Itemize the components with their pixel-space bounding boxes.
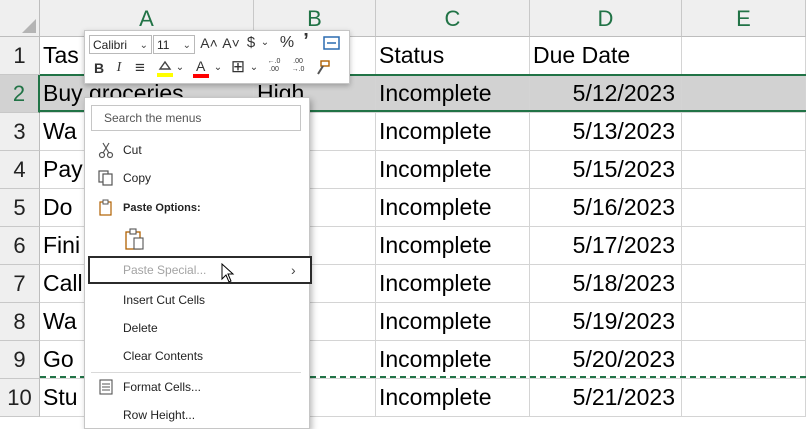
chevron-down-icon[interactable]: ⌄ — [249, 59, 259, 77]
currency-button[interactable]: $ — [243, 34, 259, 52]
cell-c-8[interactable]: Incomplete — [376, 303, 530, 341]
paste-options-header: Paste Options: — [85, 195, 309, 221]
cell-c-1[interactable]: Status — [376, 37, 530, 75]
clipboard-paste-icon — [123, 228, 147, 252]
cell-d-6[interactable]: 5/17/2023 — [530, 227, 682, 265]
row-header[interactable]: 10 — [0, 379, 40, 417]
paste-icon — [97, 199, 115, 217]
menu-item-label: Insert Cut Cells — [123, 293, 206, 307]
row-header[interactable]: 5 — [0, 189, 40, 227]
menu-item-row-height[interactable]: Row Height... — [85, 402, 309, 428]
mini-format-toolbar: Calibri ⌄ 11 ⌄ A˄ A˅ $ ⌄ % ’ B I ≡ ⌄ A ⌄ ⊞… — [84, 30, 350, 84]
cell-d-1[interactable]: Due Date — [530, 37, 682, 75]
percent-button[interactable]: % — [277, 34, 297, 52]
align-button[interactable]: ≡ — [131, 59, 149, 77]
menu-item-label: Clear Contents — [123, 349, 204, 363]
cell-c-5[interactable]: Incomplete — [376, 189, 530, 227]
menu-item-insert-cut-cells[interactable]: Insert Cut Cells — [85, 287, 309, 313]
menu-item-label: Paste Special... — [123, 263, 207, 277]
row-header[interactable]: 1 — [0, 37, 40, 75]
cell-e-9[interactable] — [682, 341, 806, 379]
cell-d-4[interactable]: 5/15/2023 — [530, 151, 682, 189]
chevron-down-icon[interactable]: ⌄ — [259, 34, 271, 52]
mouse-cursor-icon — [221, 262, 235, 286]
cell-d-9[interactable]: 5/20/2023 — [530, 341, 682, 379]
wrap-merge-icon[interactable] — [323, 35, 341, 51]
chevron-down-icon: ⌄ — [182, 40, 191, 51]
font-name-box[interactable]: Calibri ⌄ — [89, 35, 152, 54]
increase-decimal-button[interactable]: ←.0 .00 — [263, 58, 285, 74]
menu-item-format-cells[interactable]: Format Cells... — [85, 374, 309, 400]
menu-item-copy[interactable]: Copy — [85, 165, 309, 191]
font-name-value: Calibri — [93, 38, 128, 52]
row-header[interactable]: 3 — [0, 113, 40, 151]
cell-c-3[interactable]: Incomplete — [376, 113, 530, 151]
format-cells-icon — [97, 378, 115, 396]
cell-d-7[interactable]: 5/18/2023 — [530, 265, 682, 303]
comma-style-button[interactable]: ’ — [299, 31, 313, 51]
cell-e-1[interactable] — [682, 37, 806, 75]
chevron-right-icon: › — [291, 262, 296, 278]
fill-color-button[interactable] — [155, 58, 175, 82]
cell-c-6[interactable]: Incomplete — [376, 227, 530, 265]
cell-c-10[interactable]: Incomplete — [376, 379, 530, 417]
cell-c-7[interactable]: Incomplete — [376, 265, 530, 303]
format-painter-icon[interactable] — [313, 59, 331, 81]
cell-d-8[interactable]: 5/19/2023 — [530, 303, 682, 341]
chevron-down-icon[interactable]: ⌄ — [175, 59, 185, 77]
column-header-c[interactable]: C — [376, 0, 530, 37]
borders-button[interactable]: ⊞ — [229, 58, 247, 76]
chevron-down-icon: ⌄ — [139, 40, 148, 51]
bold-button[interactable]: B — [91, 59, 107, 77]
row-header[interactable]: 7 — [0, 265, 40, 303]
font-size-box[interactable]: 11 ⌄ — [153, 35, 195, 54]
italic-button[interactable]: I — [111, 59, 127, 77]
cell-c-4[interactable]: Incomplete — [376, 151, 530, 189]
column-header-d[interactable]: D — [530, 0, 682, 37]
font-size-value: 11 — [157, 38, 170, 52]
chevron-down-icon[interactable]: ⌄ — [213, 59, 223, 77]
cell-d-3[interactable]: 5/13/2023 — [530, 113, 682, 151]
shrink-font-button[interactable]: A˅ — [221, 34, 241, 52]
row-header[interactable]: 9 — [0, 341, 40, 379]
cell-e-4[interactable] — [682, 151, 806, 189]
cell-d-5[interactable]: 5/16/2023 — [530, 189, 682, 227]
menu-item-label: Paste Options: — [123, 202, 201, 214]
menu-item-label: Row Height... — [123, 408, 196, 422]
copy-icon — [97, 169, 115, 187]
menu-item-clear-contents[interactable]: Clear Contents — [85, 343, 309, 369]
select-all-corner[interactable] — [0, 0, 40, 37]
menu-item-cut[interactable]: Cut — [85, 137, 309, 163]
search-menus-input[interactable]: Search the menus — [91, 105, 301, 131]
cell-e-7[interactable] — [682, 265, 806, 303]
menu-item-label: Format Cells... — [123, 380, 202, 394]
cell-e-3[interactable] — [682, 113, 806, 151]
cell-c-9[interactable]: Incomplete — [376, 341, 530, 379]
cell-e-5[interactable] — [682, 189, 806, 227]
cell-e-8[interactable] — [682, 303, 806, 341]
menu-item-paste-special[interactable]: Paste Special... — [85, 257, 309, 283]
column-header-e[interactable]: E — [682, 0, 806, 37]
context-menu: Search the menus Cut Copy Paste Options:… — [84, 97, 312, 429]
menu-item-label: Delete — [123, 321, 158, 335]
cell-e-10[interactable] — [682, 379, 806, 417]
grow-font-button[interactable]: A˄ — [199, 34, 219, 52]
row-header[interactable]: 2 — [0, 75, 40, 113]
font-color-letter: A — [196, 58, 206, 74]
menu-item-delete[interactable]: Delete — [85, 315, 309, 341]
scissors-icon — [97, 141, 115, 159]
paste-option-button[interactable] — [85, 225, 309, 255]
row-header[interactable]: 6 — [0, 227, 40, 265]
menu-item-label: Cut — [123, 143, 142, 157]
font-color-swatch — [193, 74, 209, 78]
decrease-decimal-button[interactable]: .00 →.0 — [287, 58, 309, 74]
select-all-icon — [22, 19, 36, 33]
menu-separator — [91, 372, 301, 373]
menu-item-label: Copy — [123, 171, 152, 185]
row-header[interactable]: 8 — [0, 303, 40, 341]
cell-d-10[interactable]: 5/21/2023 — [530, 379, 682, 417]
cell-e-6[interactable] — [682, 227, 806, 265]
row-header[interactable]: 4 — [0, 151, 40, 189]
